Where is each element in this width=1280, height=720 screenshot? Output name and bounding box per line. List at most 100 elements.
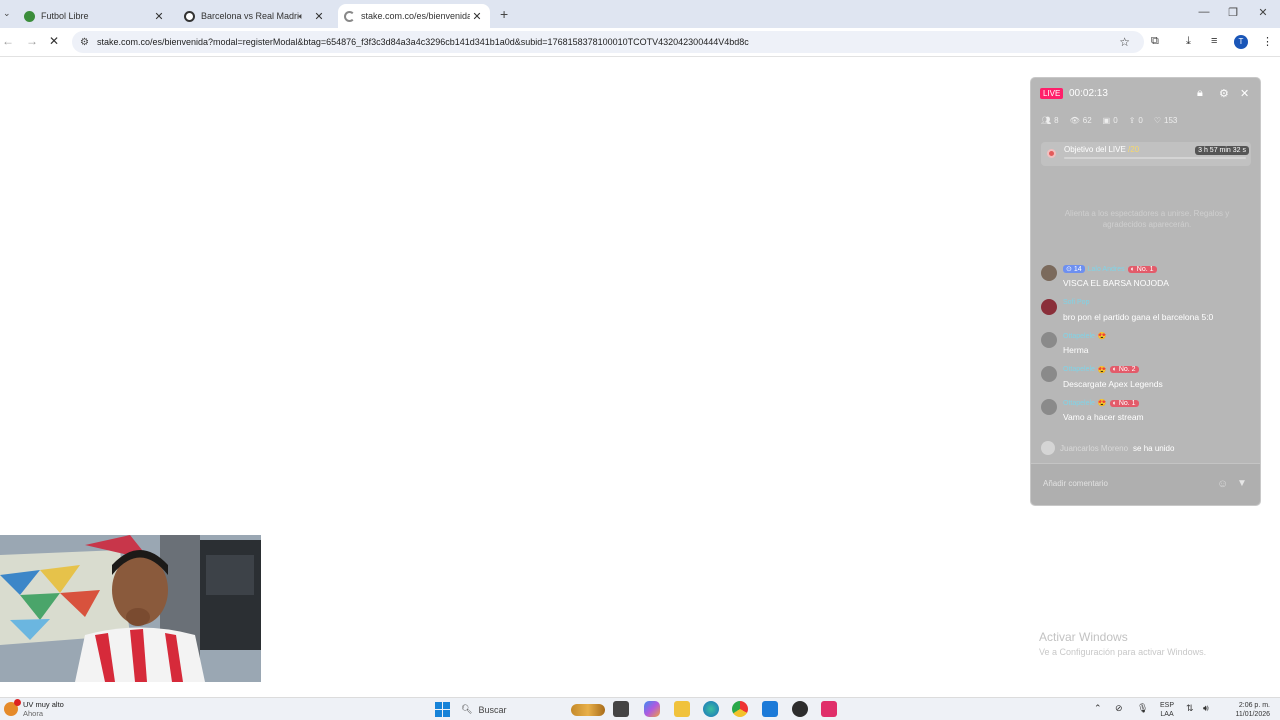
tab-barcelona[interactable]: Barcelona vs Real Madrid E 🔈︎ ✕ xyxy=(178,4,332,28)
avatar xyxy=(1041,265,1057,281)
live-stats: 👥︎ 8 👁︎ 62 ▣ 0 ⇪ 0 ♡ 153 xyxy=(1041,116,1177,125)
tray-app-icon[interactable]: ⊘ xyxy=(1115,703,1123,714)
address-bar[interactable]: ⚙ stake.com.co/es/bienvenida?modal=regis… xyxy=(72,31,1144,53)
tray-overflow-icon[interactable]: ⌃ xyxy=(1094,703,1102,714)
webcam-image xyxy=(0,535,261,682)
emoji-icon: 😍 xyxy=(1097,333,1107,341)
username[interactable]: Lalo Andres xyxy=(1088,266,1125,273)
tab-title: stake.com.co/es/bienvenida?m xyxy=(361,11,470,21)
edge-icon[interactable] xyxy=(703,701,719,717)
rank-badge: ◐ No. 2 xyxy=(1109,366,1139,374)
volume-icon[interactable]: 🔊︎ xyxy=(1203,703,1209,714)
username[interactable]: Ottapelele xyxy=(1063,400,1095,407)
stop-loading-icon[interactable]: ✕ xyxy=(49,34,59,48)
extensions-icon[interactable]: ⧉ xyxy=(1151,35,1159,48)
download-icon[interactable]: ⤓ xyxy=(1186,35,1191,48)
close-window-icon[interactable]: ✕ xyxy=(1253,6,1273,19)
stat-users: 👥︎ 8 xyxy=(1041,116,1059,125)
search-icon: 🔍︎ xyxy=(461,704,473,714)
browser-toolbar: ← → ✕ ⚙ stake.com.co/es/bienvenida?modal… xyxy=(0,28,1280,57)
forward-icon[interactable]: → xyxy=(26,34,38,48)
users-icon: 👥︎ xyxy=(1041,116,1052,125)
url-text[interactable]: stake.com.co/es/bienvenida?modal=registe… xyxy=(97,37,749,47)
share-icon: ⇪ xyxy=(1128,116,1136,125)
avatar xyxy=(1041,332,1057,349)
microphone-icon[interactable]: 🎙︎ xyxy=(1137,703,1148,714)
close-tab-icon[interactable]: ✕ xyxy=(470,10,484,23)
weather-sun-icon xyxy=(4,699,21,716)
settings-icon[interactable]: ⚙ xyxy=(1219,87,1229,100)
bookmark-star-icon[interactable]: ☆ xyxy=(1119,35,1130,49)
weather-widget[interactable]: UV muy alto Ahora xyxy=(4,699,64,718)
file-explorer-icon[interactable] xyxy=(674,701,690,717)
username[interactable]: Sofi Pop xyxy=(1063,299,1089,306)
live-goal[interactable]: Objetivo del LIVE /20 3 h 57 min 32 s xyxy=(1041,142,1251,166)
network-icon[interactable]: ⇅ xyxy=(1186,703,1194,714)
live-panel: LIVE 00:02:13 🔒︎ ⚙ ✕ 👥︎ 8 👁︎ 62 ▣ 0 ⇪ 0 ♡ 153… xyxy=(1030,77,1261,506)
comment-input[interactable]: Añadir comentario xyxy=(1043,479,1108,488)
heart-icon: ♡ xyxy=(1153,116,1162,125)
obs-icon[interactable] xyxy=(792,701,808,717)
chat-message: Ottapelele 😍 Herma xyxy=(1041,332,1256,366)
task-view-icon[interactable] xyxy=(613,701,629,717)
chrome-icon xyxy=(24,10,35,22)
language-indicator[interactable]: ESP LAA xyxy=(1160,701,1174,719)
emoji-icon: 😍 xyxy=(1097,366,1107,374)
back-icon[interactable]: ← xyxy=(2,34,14,48)
goal-progress-bar xyxy=(1064,157,1246,159)
weather-subtitle: Ahora xyxy=(23,709,44,718)
search-highlight-icon[interactable] xyxy=(571,704,605,716)
weather-title: UV muy alto xyxy=(23,700,64,709)
avatar xyxy=(1041,441,1055,455)
system-clock[interactable]: 2:06 p. m. 11/01/2026 xyxy=(1222,701,1270,719)
goal-time-left: 3 h 57 min 32 s xyxy=(1195,146,1249,155)
live-timer: 00:02:13 xyxy=(1069,88,1108,99)
speaker-icon[interactable]: 🔈︎ xyxy=(299,11,304,22)
emoji-icon: 😍 xyxy=(1097,400,1107,408)
tiktok-icon[interactable] xyxy=(821,701,837,717)
comment-composer: Añadir comentario ☺ ▼ xyxy=(1031,463,1260,505)
chat-message: ⊙ 14 Lalo Andres ◐ No. 1 VISCA EL BARSA … xyxy=(1041,265,1256,299)
restore-icon[interactable]: ❐ xyxy=(1223,6,1243,19)
joined-username[interactable]: Juancarlos Moreno xyxy=(1060,444,1128,453)
close-icon[interactable]: ✕ xyxy=(1240,87,1249,100)
profile-avatar[interactable]: T xyxy=(1234,35,1248,49)
close-tab-icon[interactable]: ✕ xyxy=(152,10,166,23)
chat-message: Ottapelele 😍 ◐ No. 1 Vamo a hacer stream xyxy=(1041,399,1256,433)
tab-title: Barcelona vs Real Madrid E xyxy=(201,11,299,21)
username[interactable]: Ottapelele xyxy=(1063,333,1095,340)
copilot-icon[interactable] xyxy=(644,701,660,717)
chat-messages: ⊙ 14 Lalo Andres ◐ No. 1 VISCA EL BARSA … xyxy=(1041,265,1256,433)
tab-search-icon[interactable]: ⌄ xyxy=(3,8,11,19)
webcam-feed xyxy=(0,535,261,682)
username[interactable]: Ottapelele xyxy=(1063,366,1095,373)
menu-icon[interactable]: ⋮ xyxy=(1262,35,1273,48)
live-header: LIVE 00:02:13 🔒︎ ⚙ ✕ xyxy=(1031,86,1260,104)
tab-stake[interactable]: stake.com.co/es/bienvenida?m ✕ xyxy=(338,4,490,28)
gift-icon: ▣ xyxy=(1102,116,1111,125)
avatar xyxy=(1041,298,1057,315)
windows-start-icon[interactable] xyxy=(435,702,450,717)
tab-futbol-libre[interactable]: Futbol Libre ✕ xyxy=(18,4,172,28)
vscode-icon[interactable] xyxy=(762,701,778,717)
minimize-icon[interactable]: — xyxy=(1194,6,1214,18)
chrome-taskbar-icon[interactable] xyxy=(732,701,748,717)
joined-text: se ha unido xyxy=(1133,443,1175,453)
rank-badge: ◐ No. 1 xyxy=(1127,265,1157,273)
emoji-picker-icon[interactable]: ☺ xyxy=(1217,478,1228,490)
site-info-icon[interactable]: ⚙ xyxy=(80,37,89,48)
media-control-icon[interactable]: ≡ xyxy=(1211,35,1217,47)
live-notice: Alienta a los espectadores a unirse. Reg… xyxy=(1064,209,1230,229)
message-meta: ⊙ 14 Lalo Andres ◐ No. 1 xyxy=(1063,265,1157,273)
lock-icon[interactable]: 🔒︎ xyxy=(1197,87,1203,100)
avatar xyxy=(1041,365,1057,382)
live-badge: LIVE xyxy=(1040,88,1064,99)
filter-icon[interactable]: ▼ xyxy=(1237,478,1247,489)
rank-badge: ◐ No. 1 xyxy=(1109,399,1139,407)
close-tab-icon[interactable]: ✕ xyxy=(312,10,326,23)
stat-gifts: ▣ 0 xyxy=(1102,116,1118,125)
message-meta: Ottapelele 😍 ◐ No. 1 xyxy=(1063,399,1139,407)
activate-windows-title: Activar Windows xyxy=(1039,630,1128,644)
soccer-ball-icon xyxy=(184,10,195,22)
new-tab-button[interactable]: + xyxy=(500,6,508,22)
